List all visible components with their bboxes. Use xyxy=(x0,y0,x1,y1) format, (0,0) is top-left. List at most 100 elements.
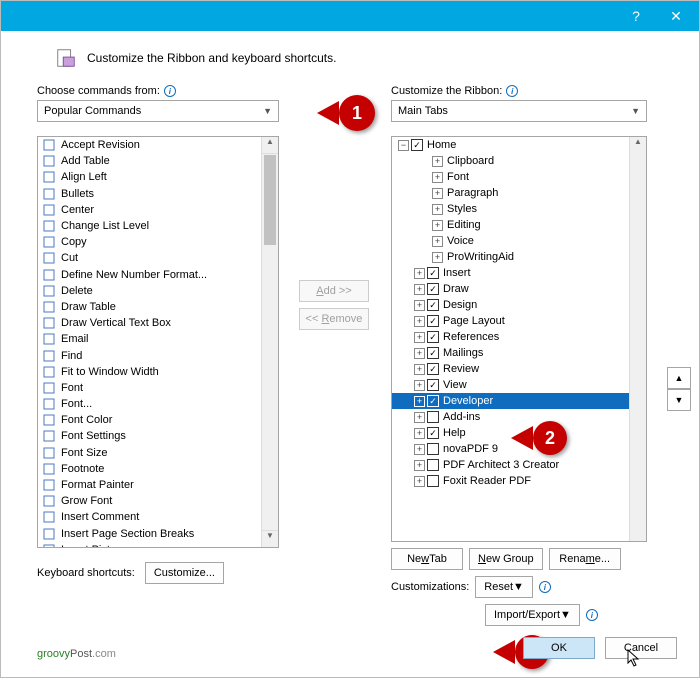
command-item[interactable]: Font Color▸ xyxy=(38,412,278,428)
tree-twister[interactable]: − xyxy=(398,140,409,151)
tree-twister[interactable]: + xyxy=(414,332,425,343)
scroll-up-icon[interactable]: ▲ xyxy=(262,137,278,154)
command-item[interactable]: Align Left xyxy=(38,169,278,185)
command-item[interactable]: Insert Picture xyxy=(38,542,278,548)
tree-node[interactable]: +✓Review xyxy=(392,361,646,377)
checkbox[interactable]: ✓ xyxy=(427,331,439,343)
tree-twister[interactable]: + xyxy=(432,188,443,199)
scroll-thumb[interactable] xyxy=(264,155,276,245)
checkbox[interactable]: ✓ xyxy=(427,395,439,407)
scrollbar[interactable]: ▲ xyxy=(629,137,646,541)
choose-commands-dropdown[interactable]: Popular Commands ▼ xyxy=(37,100,279,122)
command-item[interactable]: Draw Vertical Text Box xyxy=(38,315,278,331)
command-item[interactable]: Find xyxy=(38,347,278,363)
move-down-icon[interactable]: ▼ xyxy=(667,389,691,411)
command-item[interactable]: Cut xyxy=(38,250,278,266)
command-item[interactable]: Grow Font xyxy=(38,493,278,509)
tree-node[interactable]: +✓Design xyxy=(392,297,646,313)
tree-child[interactable]: +Paragraph xyxy=(392,185,646,201)
tree-node[interactable]: +PDF Architect 3 Creator xyxy=(392,457,646,473)
tree-twister[interactable]: + xyxy=(414,364,425,375)
tree-node[interactable]: +✓Draw xyxy=(392,281,646,297)
reorder-spinner[interactable]: ▲ ▼ xyxy=(667,367,691,411)
info-icon[interactable]: i xyxy=(506,85,518,97)
tree-node[interactable]: +✓Developer xyxy=(392,393,646,409)
checkbox[interactable] xyxy=(427,459,439,471)
checkbox[interactable]: ✓ xyxy=(427,267,439,279)
move-up-icon[interactable]: ▲ xyxy=(667,367,691,389)
checkbox[interactable] xyxy=(427,411,439,423)
checkbox[interactable]: ✓ xyxy=(427,363,439,375)
tree-child[interactable]: +Styles xyxy=(392,201,646,217)
checkbox[interactable]: ✓ xyxy=(427,283,439,295)
tree-twister[interactable]: + xyxy=(432,236,443,247)
command-item[interactable]: Draw Table xyxy=(38,299,278,315)
tree-twister[interactable]: + xyxy=(432,204,443,215)
scrollbar[interactable]: ▲ ▼ xyxy=(261,137,278,547)
tree-child[interactable]: +Editing xyxy=(392,217,646,233)
command-item[interactable]: Font Size|▸ xyxy=(38,445,278,461)
command-item[interactable]: Define New Number Format... xyxy=(38,267,278,283)
scroll-down-icon[interactable]: ▼ xyxy=(262,530,278,547)
command-item[interactable]: Copy xyxy=(38,234,278,250)
info-icon[interactable]: i xyxy=(586,609,598,621)
command-item[interactable]: Accept Revision xyxy=(38,137,278,153)
command-item[interactable]: Bullets|▸ xyxy=(38,186,278,202)
checkbox[interactable]: ✓ xyxy=(427,347,439,359)
tree-child[interactable]: +Clipboard xyxy=(392,153,646,169)
close-icon[interactable]: ✕ xyxy=(659,8,693,25)
tree-twister[interactable]: + xyxy=(414,380,425,391)
tree-twister[interactable]: + xyxy=(414,348,425,359)
info-icon[interactable]: i xyxy=(539,581,551,593)
checkbox[interactable]: ✓ xyxy=(427,315,439,327)
info-icon[interactable]: i xyxy=(164,85,176,97)
command-item[interactable]: Footnote xyxy=(38,461,278,477)
tree-twister[interactable]: + xyxy=(432,156,443,167)
ok-button[interactable]: OK xyxy=(523,637,595,659)
command-item[interactable]: Delete xyxy=(38,283,278,299)
ribbon-tree[interactable]: −✓Home+Clipboard+Font+Paragraph+Styles+E… xyxy=(391,136,647,542)
tree-twister[interactable]: + xyxy=(414,428,425,439)
rename-button[interactable]: Rename... xyxy=(549,548,621,570)
tree-twister[interactable]: + xyxy=(414,460,425,471)
tree-node[interactable]: +✓View xyxy=(392,377,646,393)
command-item[interactable]: Fit to Window Width xyxy=(38,364,278,380)
checkbox[interactable]: ✓ xyxy=(427,379,439,391)
reset-button[interactable]: Reset ▼ xyxy=(475,576,533,598)
tree-twister[interactable]: + xyxy=(414,284,425,295)
customize-shortcuts-button[interactable]: Customize... xyxy=(145,562,224,584)
command-item[interactable]: Add Table▸ xyxy=(38,153,278,169)
command-item[interactable]: Font Settings xyxy=(38,428,278,444)
tree-child[interactable]: +Font xyxy=(392,169,646,185)
cancel-button[interactable]: Cancel xyxy=(605,637,677,659)
help-icon[interactable]: ? xyxy=(619,8,653,24)
command-item[interactable]: Font|▸ xyxy=(38,380,278,396)
customize-ribbon-dropdown[interactable]: Main Tabs ▼ xyxy=(391,100,647,122)
tree-node[interactable]: +✓Mailings xyxy=(392,345,646,361)
tree-node[interactable]: +✓Insert xyxy=(392,265,646,281)
command-item[interactable]: Email xyxy=(38,331,278,347)
tree-twister[interactable]: + xyxy=(414,444,425,455)
checkbox[interactable]: ✓ xyxy=(427,299,439,311)
tree-twister[interactable]: + xyxy=(414,412,425,423)
command-item[interactable]: Change List Level▸ xyxy=(38,218,278,234)
checkbox[interactable] xyxy=(427,443,439,455)
import-export-button[interactable]: Import/Export ▼ xyxy=(485,604,580,626)
tree-node-home[interactable]: −✓Home xyxy=(392,137,646,153)
tree-twister[interactable]: + xyxy=(414,316,425,327)
new-group-button[interactable]: New Group xyxy=(469,548,543,570)
command-item[interactable]: Center xyxy=(38,202,278,218)
command-item[interactable]: Format Painter xyxy=(38,477,278,493)
tree-node[interactable]: +✓References xyxy=(392,329,646,345)
scroll-up-icon[interactable]: ▲ xyxy=(630,137,646,154)
tree-twister[interactable]: + xyxy=(414,396,425,407)
command-item[interactable]: Font... xyxy=(38,396,278,412)
tree-node[interactable]: +✓Page Layout xyxy=(392,313,646,329)
tree-twister[interactable]: + xyxy=(432,252,443,263)
command-item[interactable]: Insert Page Section Breaks▸ xyxy=(38,526,278,542)
checkbox[interactable] xyxy=(427,475,439,487)
commands-listbox[interactable]: Accept RevisionAdd Table▸Align LeftBulle… xyxy=(37,136,279,548)
new-tab-button[interactable]: New Tab xyxy=(391,548,463,570)
command-item[interactable]: Insert Comment xyxy=(38,509,278,525)
tree-twister[interactable]: + xyxy=(414,268,425,279)
